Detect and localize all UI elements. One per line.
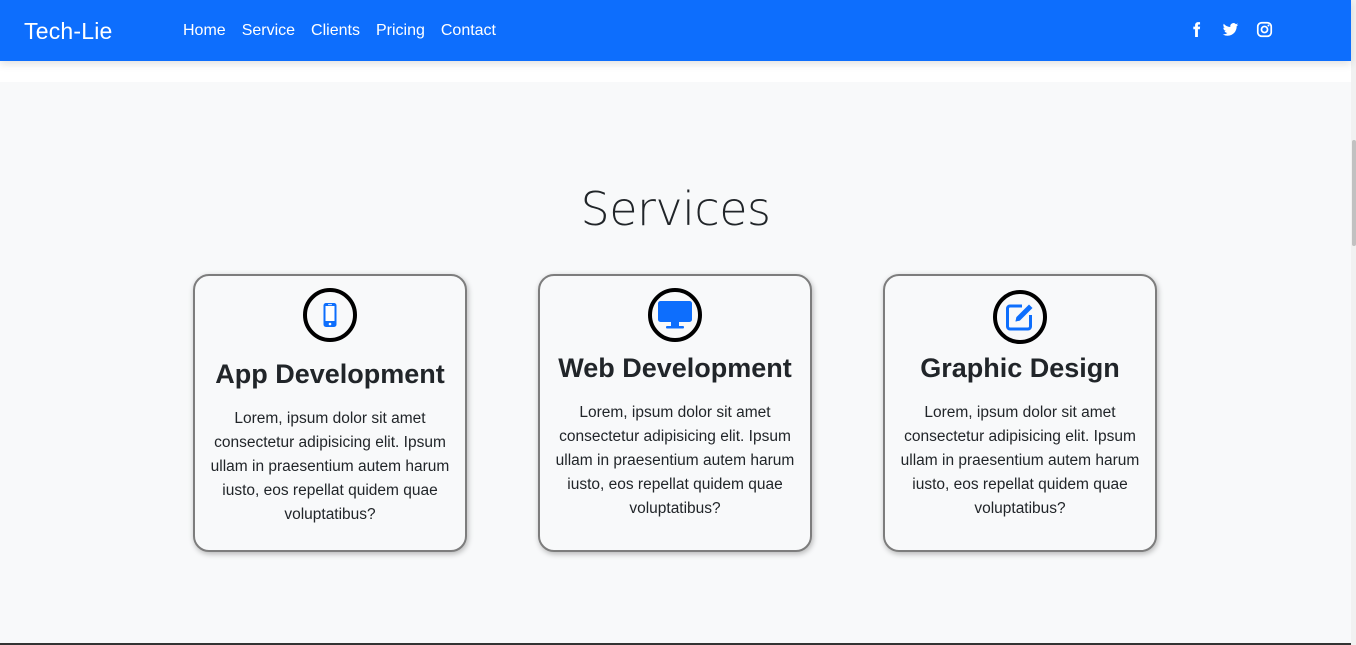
card-title: App Development (215, 359, 445, 389)
card-title: Graphic Design (920, 353, 1120, 383)
scrollbar-thumb[interactable] (1352, 140, 1356, 246)
card-text: Lorem, ipsum dolor sit amet consectetur … (210, 410, 450, 523)
icon-circle (303, 288, 357, 342)
nav-link-clients[interactable]: Clients (311, 20, 360, 41)
card-title: Web Development (558, 353, 792, 383)
section-title: Services (580, 182, 771, 236)
navbar: Tech-Lie Home Service Clients Pricing Co… (0, 0, 1351, 61)
instagram-icon[interactable] (1256, 21, 1273, 38)
nav-link-service[interactable]: Service (242, 20, 295, 41)
service-card-web-development: Web Development Lorem, ipsum dolor sit a… (538, 274, 812, 552)
facebook-icon[interactable] (1188, 21, 1205, 38)
nav-link-contact[interactable]: Contact (441, 20, 496, 41)
pencil-square-icon (1006, 304, 1033, 331)
services-section: Services App Development Lorem, ipsum do… (0, 82, 1351, 645)
service-card-graphic-design: Graphic Design Lorem, ipsum dolor sit am… (883, 274, 1157, 552)
icon-circle (993, 290, 1047, 344)
card-text: Lorem, ipsum dolor sit amet consectetur … (555, 404, 795, 517)
social-links (1188, 21, 1273, 38)
card-text: Lorem, ipsum dolor sit amet consectetur … (900, 404, 1140, 517)
desktop-monitor-icon (658, 301, 692, 329)
icon-circle (648, 288, 702, 342)
nav-link-home[interactable]: Home (183, 20, 226, 41)
brand-logo[interactable]: Tech-Lie (24, 17, 113, 45)
scrollbar[interactable] (1351, 0, 1356, 645)
service-card-app-development: App Development Lorem, ipsum dolor sit a… (193, 274, 467, 552)
twitter-icon[interactable] (1222, 21, 1239, 38)
nav-link-pricing[interactable]: Pricing (376, 20, 425, 41)
nav-links: Home Service Clients Pricing Contact (183, 20, 496, 41)
mobile-phone-icon (323, 303, 337, 327)
